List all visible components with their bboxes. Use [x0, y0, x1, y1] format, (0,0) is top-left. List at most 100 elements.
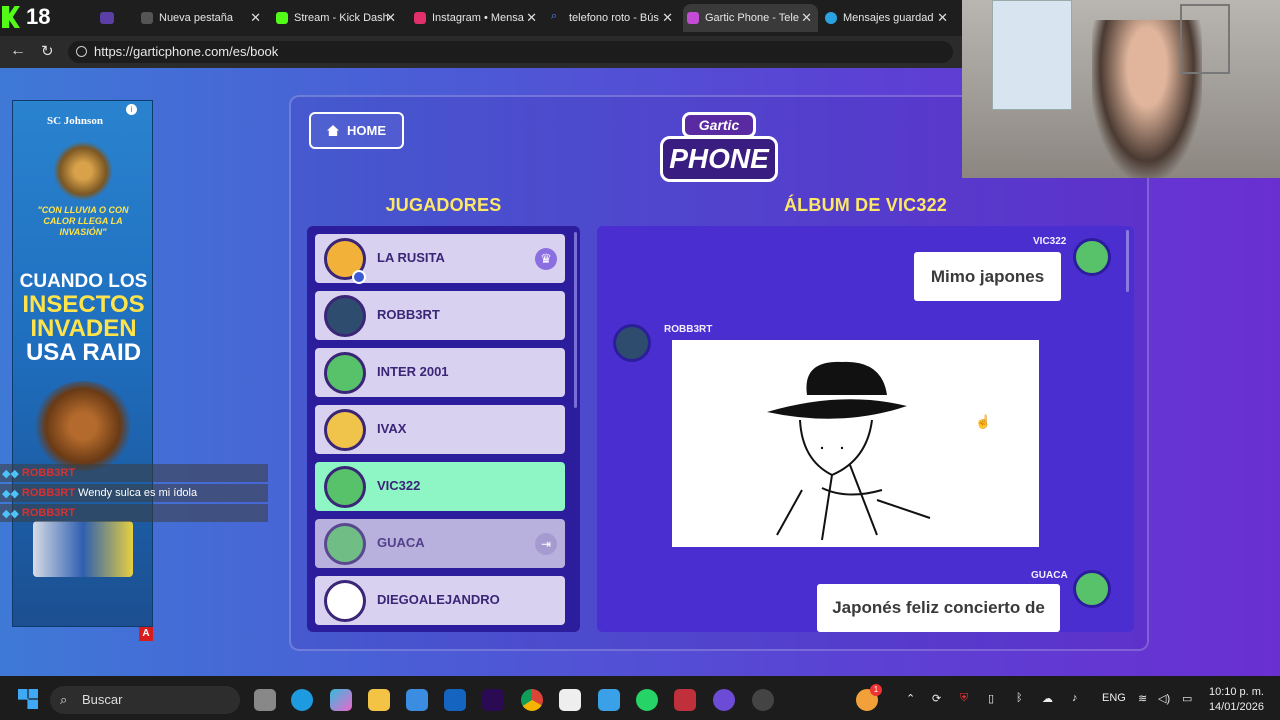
back-icon[interactable]: ←	[10, 42, 26, 60]
shield-icon[interactable]: ⛨	[960, 692, 968, 705]
close-icon[interactable]: ✕	[385, 10, 396, 26]
clock-date[interactable]: 14/01/2026	[1204, 701, 1264, 713]
players-heading: JUGADORES	[385, 195, 502, 215]
tab-5[interactable]: Mensajes guardad ✕	[821, 4, 954, 32]
tab-0[interactable]: Nueva pestaña ✕	[137, 4, 267, 32]
tab-3[interactable]: ⌕ telefono roto - Bús ✕	[547, 4, 679, 32]
player-item[interactable]: INTER 2001	[315, 348, 565, 397]
album-heading: ÁLBUM DE VIC322	[783, 195, 948, 215]
album-view[interactable]: VIC322 Mimo japones ROBB3RT ☝ GUACA Japo…	[597, 226, 1134, 632]
home-button[interactable]: HOME	[309, 112, 404, 149]
capcut-icon[interactable]	[559, 689, 581, 711]
advertisement[interactable]: SC Johnson i "CON LLUVIA O CON CALOR LLE…	[12, 100, 153, 627]
battery-icon[interactable]: ▭	[1182, 692, 1192, 705]
phone-icon	[687, 12, 699, 24]
album-drawing	[672, 340, 1039, 547]
address-bar-row: ← ↻ https://garticphone.com/es/book	[0, 36, 964, 68]
ad-choices-badge[interactable]: A	[139, 627, 153, 641]
player-item-selected[interactable]: VIC322	[315, 462, 565, 511]
search-icon: ⌕	[60, 692, 68, 707]
tab-favicon-icon	[141, 12, 153, 24]
file-explorer-icon[interactable]	[368, 689, 390, 711]
bluetooth-icon[interactable]: ᛒ	[1016, 692, 1023, 704]
badge-icon: ◆◆	[2, 507, 19, 520]
task-view-icon[interactable]	[254, 689, 276, 711]
ad-headline-1: CUANDO LOS	[19, 271, 148, 292]
player-name: VIC322	[377, 478, 421, 493]
photos-icon[interactable]	[598, 689, 620, 711]
reload-icon[interactable]: ↻	[41, 42, 54, 60]
album-entry-user: GUACA	[1031, 570, 1068, 581]
ad-cockroach-image	[33, 381, 133, 471]
kick-logo	[2, 6, 20, 28]
instagram-icon	[414, 12, 426, 24]
logo-bottom: PHONE	[660, 136, 778, 182]
tab-2[interactable]: Instagram • Mensa ✕	[410, 4, 543, 32]
tab-1[interactable]: Stream - Kick Dash ✕	[272, 4, 402, 32]
tab-4[interactable]: Gartic Phone - Tele ✕	[683, 4, 818, 32]
search-label: Buscar	[82, 692, 123, 707]
player-name: INTER 2001	[377, 364, 449, 379]
chrome-icon[interactable]	[521, 689, 543, 711]
album-scrollbar[interactable]	[1126, 230, 1129, 292]
outlook-icon[interactable]	[444, 689, 466, 711]
album-text-bubble: Mimo japones	[914, 252, 1061, 301]
clock-time[interactable]: 10:10 p. m.	[1208, 686, 1264, 698]
gartic-phone-logo: Gartic PHONE	[660, 112, 778, 184]
player-item[interactable]: LA RUSITA ♛	[315, 234, 565, 284]
players-list[interactable]: LA RUSITA ♛ ROBB3RT INTER 2001 IVAX VIC3…	[307, 226, 580, 632]
avatar	[1073, 238, 1111, 276]
tab-label: Nueva pestaña	[159, 12, 233, 24]
language-label[interactable]: ENG	[1102, 692, 1126, 704]
close-icon[interactable]: ✕	[526, 10, 537, 26]
avatar	[613, 324, 651, 362]
avatar	[324, 295, 366, 337]
cloud-icon[interactable]: ☁	[1042, 692, 1053, 705]
album-text-bubble: Japonés feliz concierto de	[817, 584, 1060, 632]
close-icon[interactable]: ✕	[250, 10, 261, 26]
copilot-icon[interactable]	[330, 689, 352, 711]
player-item[interactable]: IVAX	[315, 405, 565, 454]
player-item[interactable]: DIEGOALEJANDRO	[315, 576, 565, 625]
close-icon[interactable]: ✕	[662, 10, 673, 26]
url-field[interactable]: https://garticphone.com/es/book	[68, 41, 953, 63]
kick-icon	[276, 12, 288, 24]
avatar	[324, 352, 366, 394]
home-label: HOME	[347, 123, 386, 138]
players-scrollbar[interactable]	[574, 232, 577, 408]
mic-icon[interactable]: ♪	[1072, 692, 1078, 704]
ad-product-image	[33, 521, 133, 577]
album-entry-user: ROBB3RT	[664, 324, 713, 335]
avatar	[324, 409, 366, 451]
chat-user: ROBB3RT	[21, 507, 76, 519]
store-icon[interactable]	[406, 689, 428, 711]
exit-icon: ⇥	[535, 533, 557, 555]
url-text: https://garticphone.com/es/book	[94, 44, 279, 59]
close-icon[interactable]: ✕	[937, 10, 948, 26]
player-name: IVAX	[377, 421, 407, 436]
avatar	[324, 466, 366, 508]
media-player-icon[interactable]	[713, 689, 735, 711]
webcam-feed	[962, 0, 1280, 178]
obs-icon[interactable]	[752, 689, 774, 711]
player-name: DIEGOALEJANDRO	[377, 592, 500, 607]
player-item[interactable]: ROBB3RT	[315, 291, 565, 340]
tab-label: Instagram • Mensa	[432, 12, 524, 24]
app-icon[interactable]	[674, 689, 696, 711]
whatsapp-icon[interactable]	[636, 689, 658, 711]
usb-icon[interactable]: ▯	[988, 692, 994, 705]
search-icon: ⌕	[551, 10, 558, 22]
ad-info-icon[interactable]: i	[126, 104, 137, 115]
close-icon[interactable]: ✕	[801, 10, 812, 26]
edge-icon[interactable]	[291, 689, 313, 711]
taskbar-search[interactable]: ⌕ Buscar	[50, 686, 240, 714]
player-item[interactable]: GUACA ⇥	[315, 519, 565, 568]
cursor-hand-icon: ☝	[975, 414, 992, 429]
site-info-icon[interactable]	[76, 46, 87, 57]
wifi-icon[interactable]: ≋	[1138, 692, 1147, 705]
volume-icon[interactable]: ◁)	[1158, 692, 1170, 705]
sync-icon[interactable]: ⟳	[932, 692, 941, 705]
premiere-icon[interactable]	[482, 689, 504, 711]
chevron-up-icon[interactable]: ⌃	[906, 692, 915, 705]
extension-icon[interactable]	[100, 12, 114, 24]
